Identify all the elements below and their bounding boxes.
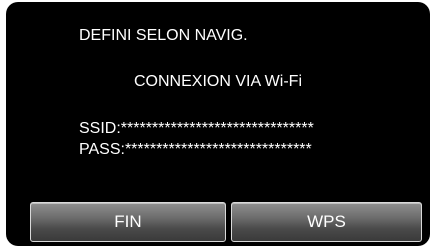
wps-button[interactable]: WPS	[231, 202, 422, 242]
connection-mode-label: CONNEXION VIA Wi-Fi	[133, 73, 302, 90]
screen-title: DEFINI SELON NAVIG.	[79, 27, 248, 44]
fin-button[interactable]: FIN	[30, 202, 226, 242]
camera-lcd-screen: DEFINI SELON NAVIG. CONNEXION VIA Wi-Fi …	[6, 2, 430, 246]
page: DEFINI SELON NAVIG. CONNEXION VIA Wi-Fi …	[0, 0, 438, 248]
password-line: PASS:******************************	[79, 141, 312, 158]
ssid-line: SSID:*******************************	[79, 120, 314, 137]
